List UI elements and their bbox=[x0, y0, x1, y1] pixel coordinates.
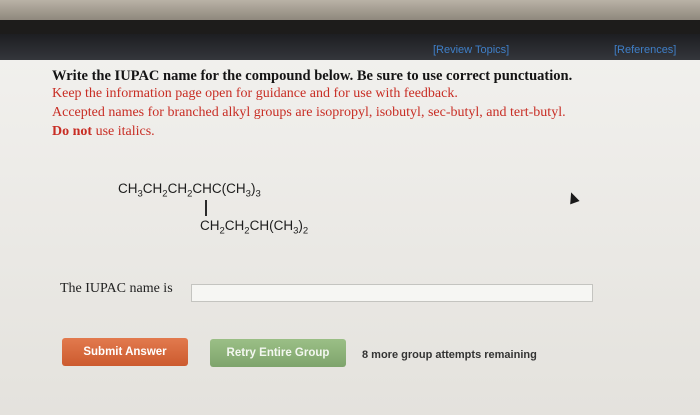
review-topics-link[interactable]: [Review Topics] bbox=[433, 44, 509, 56]
monitor-bezel bbox=[0, 0, 700, 20]
monitor-frame bbox=[0, 20, 700, 34]
instruction-guidance: Keep the information page open for guida… bbox=[52, 86, 458, 101]
instruction-italics-bold: Do not bbox=[52, 124, 93, 139]
instruction-italics: Do not use italics. bbox=[52, 124, 155, 140]
references-link[interactable]: [References] bbox=[614, 44, 676, 56]
iupac-name-label: The IUPAC name is bbox=[60, 281, 173, 296]
compound-branch: CH2CH2CH(CH3)2 bbox=[200, 218, 309, 237]
iupac-name-input[interactable] bbox=[191, 284, 593, 302]
attempts-remaining-text: 8 more group attempts remaining bbox=[362, 349, 537, 361]
instruction-italics-rest: use italics. bbox=[92, 124, 155, 139]
instruction-main: Write the IUPAC name for the compound be… bbox=[52, 68, 573, 84]
branch-bond bbox=[205, 200, 207, 216]
instruction-alkyl-groups: Accepted names for branched alkyl groups… bbox=[52, 105, 566, 120]
header-bar bbox=[0, 34, 700, 60]
compound-main-chain: CH3CH2CH2CHC(CH3)3 bbox=[118, 181, 261, 200]
submit-answer-button[interactable]: Submit Answer bbox=[62, 338, 188, 366]
retry-entire-group-button[interactable]: Retry Entire Group bbox=[210, 339, 346, 367]
